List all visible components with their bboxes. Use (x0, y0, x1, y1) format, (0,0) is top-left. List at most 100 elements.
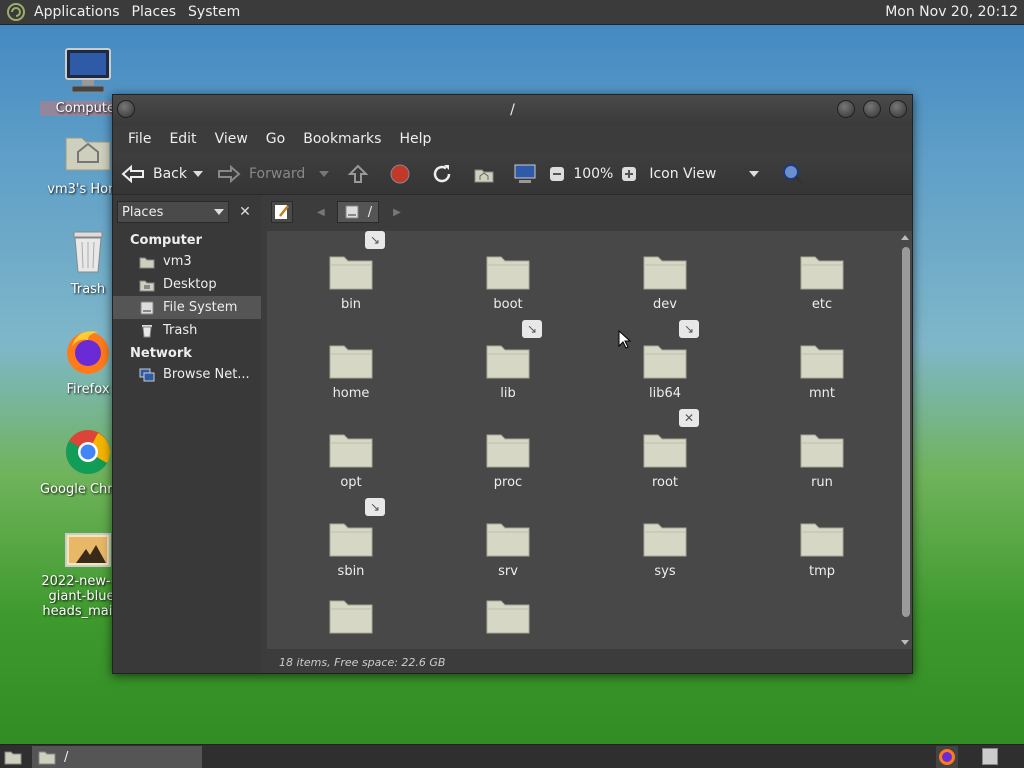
up-arrow-icon (347, 164, 369, 183)
forward-button[interactable]: Forward (217, 164, 330, 184)
trash-icon (73, 231, 103, 273)
clock[interactable]: Mon Nov 20, 20:12 (885, 4, 1024, 20)
close-sidebar-icon[interactable]: ✕ (235, 204, 255, 220)
stop-button[interactable] (389, 163, 411, 185)
file-item-label: lib (500, 386, 516, 401)
scrollbar-thumb[interactable] (902, 247, 910, 617)
scroll-down-arrow-icon[interactable] (901, 640, 909, 645)
file-item-root[interactable]: ✕ root (615, 409, 715, 490)
window-titlebar[interactable]: / (113, 95, 912, 125)
file-item-run[interactable]: run (772, 429, 872, 490)
places-menu[interactable]: Places (126, 4, 183, 20)
file-item-bin[interactable]: ↘ bin (301, 231, 401, 312)
file-item-tmp[interactable]: tmp (772, 518, 872, 579)
folder-icon (643, 345, 687, 379)
file-item-mnt[interactable]: mnt (772, 340, 872, 401)
chevron-down-icon (214, 209, 224, 215)
minimize-button[interactable] (837, 100, 855, 118)
home-icon (474, 169, 494, 182)
view-mode-label: Icon View (649, 165, 717, 182)
menu-edit[interactable]: Edit (160, 131, 205, 147)
file-item-srv[interactable]: srv (458, 518, 558, 579)
file-item-etc[interactable]: etc (772, 251, 872, 312)
edit-location-button[interactable] (271, 201, 293, 223)
folder-icon (329, 523, 373, 557)
taskbar-window-button[interactable]: / (32, 746, 202, 768)
view-mode-select[interactable]: Icon View (649, 165, 760, 182)
search-button[interactable] (781, 162, 805, 186)
folder-icon (486, 345, 530, 379)
file-item-sys[interactable]: sys (615, 518, 715, 579)
file-item-label: etc (811, 297, 833, 312)
reload-button[interactable] (431, 163, 453, 185)
sidebar-item-browse-network[interactable]: Browse Net... (113, 363, 261, 386)
sidebar-item-vm3[interactable]: vm3 (113, 250, 261, 273)
folder-icon (643, 256, 687, 290)
folder-icon (486, 523, 530, 557)
workspace-switcher[interactable] (982, 748, 998, 765)
file-item-home[interactable]: home (301, 340, 401, 401)
show-desktop-button[interactable] (4, 748, 22, 768)
home-folder-icon (65, 137, 111, 171)
folder-icon (486, 600, 530, 634)
back-arrow-icon (121, 164, 144, 183)
sidebar-item-desktop[interactable]: Desktop (113, 273, 261, 296)
sidebar-item-label: Trash (163, 323, 198, 338)
sidebar-mode-select[interactable]: Places (117, 201, 229, 223)
file-item-boot[interactable]: boot (458, 251, 558, 312)
taskbar-window-label: / (64, 749, 69, 765)
icon-view[interactable]: ↘ bin boot dev etc home ↘ lib ↘ lib64 mn… (267, 231, 899, 649)
menu-file[interactable]: File (119, 131, 160, 147)
folder-icon (329, 345, 373, 379)
menu-help[interactable]: Help (390, 131, 440, 147)
file-item[interactable] (301, 595, 401, 641)
file-item-dev[interactable]: dev (615, 251, 715, 312)
sidebar-heading-network: Network (130, 346, 192, 361)
chrome-icon (66, 430, 110, 474)
menu-view[interactable]: View (206, 131, 257, 147)
computer-button[interactable] (513, 163, 537, 185)
file-item-label: sbin (337, 564, 365, 579)
folder-icon (486, 256, 530, 290)
zoom-level: 100% (573, 165, 614, 182)
zoom-in-button[interactable] (621, 166, 637, 182)
crumb-right-arrow-icon[interactable]: ▶ (393, 207, 401, 218)
breadcrumb-root[interactable]: / (336, 201, 380, 223)
distro-logo-icon[interactable] (6, 2, 26, 22)
back-button[interactable]: Back (121, 164, 203, 184)
desktop-folder-icon (139, 280, 155, 291)
crumb-left-arrow-icon[interactable]: ◀ (317, 207, 325, 218)
applications-menu[interactable]: Applications (28, 4, 126, 20)
file-item-sbin[interactable]: ↘ sbin (301, 498, 401, 579)
sidebar-item-trash[interactable]: Trash (113, 319, 261, 342)
back-history-dropdown[interactable] (193, 170, 203, 177)
file-item-opt[interactable]: opt (301, 429, 401, 490)
zoom-out-button[interactable] (549, 166, 565, 182)
file-item[interactable] (458, 595, 558, 641)
symlink-emblem-icon: ↘ (365, 231, 385, 249)
sidebar-item-file-system[interactable]: File System (113, 296, 261, 319)
scroll-up-arrow-icon[interactable] (901, 235, 909, 240)
up-button[interactable] (347, 164, 369, 184)
home-button[interactable] (473, 164, 495, 184)
file-item-label: bin (340, 297, 362, 312)
file-item-proc[interactable]: proc (458, 429, 558, 490)
menu-go[interactable]: Go (257, 131, 294, 147)
sidebar-item-label: Browse Net... (163, 367, 250, 382)
sidebar-item-label: File System (163, 300, 238, 315)
chevron-down-icon (749, 170, 760, 177)
sidebar-heading-computer: Computer (130, 233, 203, 248)
close-button[interactable] (889, 100, 907, 118)
file-item-label: home (332, 386, 370, 401)
file-item-lib[interactable]: ↘ lib (458, 320, 558, 401)
system-menu[interactable]: System (182, 4, 246, 20)
folder-icon (800, 256, 844, 290)
folder-icon (800, 434, 844, 468)
sidebar-item-label: Desktop (163, 277, 217, 292)
menu-bookmarks[interactable]: Bookmarks (294, 131, 390, 147)
forward-history-dropdown[interactable] (319, 170, 330, 177)
maximize-button[interactable] (863, 100, 881, 118)
vertical-scrollbar[interactable] (899, 231, 912, 649)
firefox-tray-button[interactable] (936, 746, 958, 768)
folder-icon (643, 434, 687, 468)
